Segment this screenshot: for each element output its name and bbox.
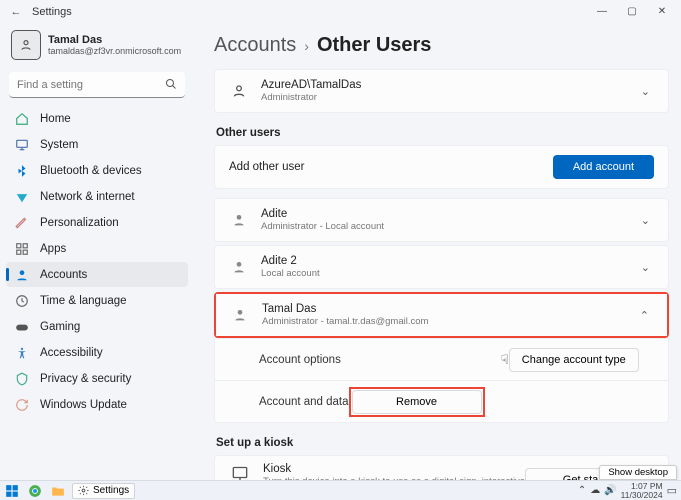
breadcrumb-parent[interactable]: Accounts bbox=[214, 34, 296, 57]
bluetooth-icon bbox=[14, 163, 30, 179]
account-data-row: Account and data Remove bbox=[215, 380, 668, 422]
back-button[interactable]: ← bbox=[4, 6, 28, 18]
remove-button[interactable]: Remove bbox=[352, 390, 482, 414]
owner-title: AzureAD\TamalDas bbox=[261, 79, 361, 91]
privacy-icon bbox=[14, 371, 30, 387]
nav-network[interactable]: Network & internet bbox=[6, 184, 188, 209]
tray-chevron-icon[interactable]: ⌃ bbox=[578, 485, 586, 496]
add-user-label: Add other user bbox=[229, 161, 304, 173]
profile-email: tamaldas@zf3vr.onmicrosoft.com bbox=[48, 46, 181, 56]
nav-system[interactable]: System bbox=[6, 132, 188, 157]
section-other-users: Other users bbox=[216, 127, 669, 139]
person-icon bbox=[230, 307, 250, 323]
breadcrumb-current: Other Users bbox=[317, 34, 432, 57]
search-field[interactable] bbox=[9, 72, 185, 98]
change-account-type-button[interactable]: Change account type bbox=[509, 348, 639, 372]
person-icon bbox=[229, 83, 249, 99]
nav-personalization[interactable]: Personalization bbox=[6, 210, 188, 235]
nav-privacy[interactable]: Privacy & security bbox=[6, 366, 188, 391]
network-icon bbox=[14, 189, 30, 205]
system-icon bbox=[14, 137, 30, 153]
tray-icons[interactable]: ⌃ ☁ 🔊 bbox=[578, 485, 617, 496]
explorer-icon[interactable] bbox=[49, 483, 67, 499]
add-account-button[interactable]: Add account bbox=[553, 155, 654, 179]
show-desktop-tooltip: Show desktop bbox=[599, 465, 677, 480]
chrome-icon[interactable] bbox=[26, 483, 44, 499]
gaming-icon bbox=[14, 319, 30, 335]
nav-accessibility[interactable]: Accessibility bbox=[6, 340, 188, 365]
chevron-down-icon[interactable]: ⌄ bbox=[637, 210, 654, 231]
nav-time[interactable]: Time & language bbox=[6, 288, 188, 313]
cursor-icon: ☟ bbox=[501, 352, 509, 368]
personalization-icon bbox=[14, 215, 30, 231]
section-kiosk: Set up a kiosk bbox=[216, 437, 669, 449]
taskbar[interactable]: Settings ⌃ ☁ 🔊 1:07 PM 11/30/2024 ▭ bbox=[0, 480, 681, 500]
nav-gaming[interactable]: Gaming bbox=[6, 314, 188, 339]
user-row-adite2[interactable]: Adite 2 Local account ⌄ bbox=[215, 246, 668, 288]
chevron-up-icon[interactable]: ⌃ bbox=[636, 305, 653, 326]
accounts-icon bbox=[14, 267, 30, 283]
apps-icon bbox=[14, 241, 30, 257]
maximize-button[interactable]: ▢ bbox=[617, 0, 647, 24]
accessibility-icon bbox=[14, 345, 30, 361]
owner-sub: Administrator bbox=[261, 92, 361, 103]
account-options-row: Account options ☟ Change account type bbox=[215, 338, 668, 380]
window-title: Settings bbox=[32, 6, 72, 18]
notifications-icon[interactable]: ▭ bbox=[667, 484, 677, 497]
nav-accounts[interactable]: Accounts bbox=[6, 262, 188, 287]
start-button[interactable] bbox=[3, 483, 21, 499]
add-user-row: Add other user Add account bbox=[215, 146, 668, 188]
time-icon bbox=[14, 293, 30, 309]
chevron-down-icon[interactable]: ⌄ bbox=[637, 257, 654, 278]
user-row-tamal[interactable]: Tamal Das Administrator - tamal.tr.das@g… bbox=[216, 294, 667, 336]
update-icon bbox=[14, 397, 30, 413]
taskbar-app-settings[interactable]: Settings bbox=[72, 483, 135, 499]
owner-account-row[interactable]: AzureAD\TamalDas Administrator ⌄ bbox=[215, 70, 668, 112]
profile-name: Tamal Das bbox=[48, 34, 181, 46]
kiosk-icon bbox=[229, 464, 251, 480]
home-icon bbox=[14, 111, 30, 127]
nav-home[interactable]: Home bbox=[6, 106, 188, 131]
minimize-button[interactable]: — bbox=[587, 0, 617, 24]
onedrive-icon[interactable]: ☁ bbox=[590, 485, 600, 496]
search-input[interactable] bbox=[9, 72, 185, 98]
person-icon bbox=[229, 259, 249, 275]
chevron-down-icon[interactable]: ⌄ bbox=[637, 81, 654, 102]
profile-block[interactable]: Tamal Das tamaldas@zf3vr.onmicrosoft.com bbox=[6, 24, 188, 70]
user-row-adite[interactable]: Adite Administrator - Local account ⌄ bbox=[215, 199, 668, 241]
nav-apps[interactable]: Apps bbox=[6, 236, 188, 261]
close-button[interactable]: ✕ bbox=[647, 0, 677, 24]
nav-update[interactable]: Windows Update bbox=[6, 392, 188, 417]
search-icon bbox=[165, 78, 177, 93]
taskbar-clock[interactable]: 1:07 PM 11/30/2024 bbox=[621, 482, 663, 500]
chevron-right-icon: › bbox=[304, 38, 309, 54]
nav-bluetooth[interactable]: Bluetooth & devices bbox=[6, 158, 188, 183]
profile-avatar-icon bbox=[11, 30, 41, 60]
person-icon bbox=[229, 212, 249, 228]
breadcrumb: Accounts › Other Users bbox=[214, 34, 669, 57]
volume-icon[interactable]: 🔊 bbox=[604, 485, 616, 496]
